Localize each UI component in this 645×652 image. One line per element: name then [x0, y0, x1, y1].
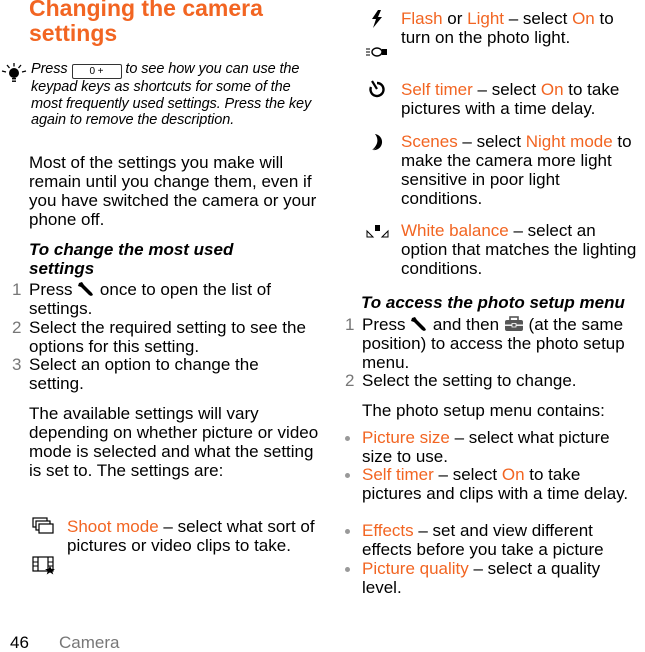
step-number: 3: [12, 355, 22, 374]
available-settings-paragraph: The available settings will vary dependi…: [29, 404, 319, 480]
photo-setup-step-2: 2 Select the setting to change.: [345, 371, 577, 390]
wrench-icon: [411, 317, 427, 331]
flash-icon: [372, 10, 382, 28]
photo-light-icon: [366, 47, 387, 57]
night-mode-icon: [372, 134, 383, 151]
photo-setup-step-1: 1 Press and then (at the same position) …: [345, 315, 625, 372]
bullet-dot: [345, 529, 350, 534]
setting-white-balance: White balance – select an option that ma…: [401, 221, 637, 278]
lightbulb-icon: [1, 63, 27, 82]
key-0-plus: 0 +: [71, 64, 122, 79]
photo-setup-item-picture-size: Picture size – select what picture size …: [345, 428, 642, 466]
page-number: 46: [10, 633, 29, 652]
setting-flash: Flash or Light – select On to turn on th…: [401, 9, 614, 47]
setting-scenes: Scenes – select Night mode to make the c…: [401, 132, 632, 208]
self-timer-icon: [369, 80, 385, 98]
white-balance-icon: [366, 225, 389, 238]
shoot-mode-icon: [32, 517, 54, 534]
bullet-dot: [345, 473, 350, 478]
toolbox-icon: [504, 316, 523, 331]
change-step-3: 3 Select an option to change the setting…: [12, 355, 259, 393]
change-settings-heading: To change the most used settings: [29, 240, 234, 278]
video-mode-icon: [32, 556, 55, 575]
photo-setup-item-picture-quality: Picture quality – select a quality level…: [345, 559, 642, 597]
photo-setup-contains: The photo setup menu contains:: [362, 401, 605, 420]
step-number: 2: [12, 318, 22, 337]
step-number: 1: [12, 280, 22, 299]
setting-self-timer: Self timer – select On to take pictures …: [401, 80, 620, 118]
page-title: Changing the camera settings: [29, 0, 263, 46]
photo-setup-heading: To access the photo setup menu: [361, 293, 625, 312]
wrench-icon: [78, 282, 94, 296]
bullet-dot: [345, 436, 350, 441]
tip-text: Press 0 + to see how you can use the key…: [31, 61, 312, 128]
change-step-2: 2 Select the required setting to see the…: [12, 318, 306, 356]
bullet-dot: [345, 567, 350, 572]
photo-setup-item-effects: Effects – set and view different effects…: [345, 521, 645, 559]
section-name: Camera: [59, 633, 120, 652]
change-step-1: 1 Press once to open the list of setting…: [12, 280, 271, 318]
step-number: 2: [345, 371, 355, 390]
setting-shoot-mode: Shoot mode – select what sort of picture…: [67, 517, 315, 555]
intro-paragraph: Most of the settings you make will remai…: [29, 153, 317, 229]
photo-setup-item-self-timer: Self timer – select On to take pictures …: [345, 465, 642, 503]
step-number: 1: [345, 315, 355, 334]
